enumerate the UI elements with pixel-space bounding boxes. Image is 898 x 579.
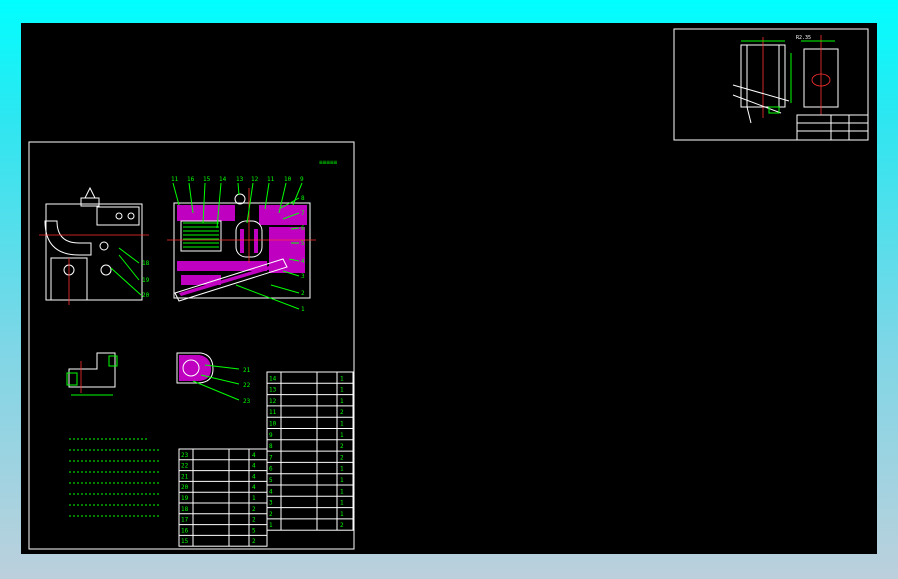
- bom-row-number: 8: [269, 443, 273, 450]
- balloon-14: 14: [219, 176, 227, 183]
- bom-row-qty: 1: [340, 375, 344, 382]
- balloon-3: 3: [301, 273, 305, 280]
- left-view: [39, 186, 149, 305]
- balloon-5: 5: [301, 240, 305, 247]
- bom-row-number: 11: [269, 409, 277, 416]
- bom-row-qty: 1: [340, 432, 344, 439]
- bom-row-number: 4: [269, 488, 273, 495]
- balloon-10: 10: [284, 176, 292, 183]
- balloon-12: 12: [251, 176, 259, 183]
- bom-row-qty: 1: [340, 466, 344, 473]
- bom-row-qty: 2: [252, 506, 256, 513]
- callout-section-22: 22: [243, 382, 251, 389]
- bom-row-number: 5: [269, 477, 273, 484]
- part-drawing-sheet: R2.35: [673, 28, 869, 141]
- cad-drawing: R2.35 ≡≡≡≡≡ 18 19 20 11 16 15 14 13 12 1…: [28, 28, 869, 550]
- bom-row-qty: 2: [252, 517, 256, 524]
- balloon-2: 2: [301, 290, 305, 297]
- bom-row-qty: 4: [252, 463, 256, 470]
- callout-left-3: 20: [142, 292, 150, 299]
- bom-row-number: 20: [181, 484, 189, 491]
- bom-table-right: 14 113 112 111 210 19 18 27 26 15 14 13 12 11 2: [266, 371, 354, 531]
- bom-row-number: 2: [269, 511, 273, 518]
- technical-notes: [69, 438, 161, 517]
- balloon-11b: 11: [267, 176, 275, 183]
- balloon-11a: 11: [171, 176, 179, 183]
- part-dim-label: R2.35: [796, 35, 811, 41]
- locating-pin-top: [84, 186, 96, 199]
- bom-row-number: 14: [269, 375, 277, 382]
- spring-coils: [183, 222, 219, 248]
- bom-row-qty: 5: [252, 527, 256, 534]
- bom-row-number: 12: [269, 398, 277, 405]
- elbow-channel: [44, 220, 92, 256]
- callout-left-1: 18: [142, 260, 150, 267]
- sheet-note-top: ≡≡≡≡≡: [319, 159, 337, 166]
- bom-row-number: 16: [181, 527, 189, 534]
- detail-bracket: [68, 352, 116, 388]
- bom-row-qty: 2: [252, 538, 256, 545]
- bom-row-qty: 1: [340, 500, 344, 507]
- bom-row-qty: 2: [340, 409, 344, 416]
- bom-row-qty: 2: [340, 443, 344, 450]
- section-detail: [176, 352, 240, 401]
- bom-row-qty: 1: [340, 387, 344, 394]
- drawing-canvas[interactable]: R2.35 ≡≡≡≡≡ 18 19 20 11 16 15 14 13 12 1…: [21, 23, 877, 554]
- balloon-16: 16: [187, 176, 195, 183]
- balloon-7: 7: [301, 210, 305, 217]
- bom-row-qty: 1: [252, 495, 256, 502]
- bom-row-number: 1: [269, 522, 273, 529]
- balloon-9: 9: [300, 176, 304, 183]
- bom-row-number: 17: [181, 517, 189, 524]
- bom-row-number: 7: [269, 454, 273, 461]
- bom-row-number: 9: [269, 432, 273, 439]
- bom-row-qty: 2: [340, 454, 344, 461]
- bom-row-number: 6: [269, 466, 273, 473]
- bom-row-qty: 1: [340, 398, 344, 405]
- balloon-13: 13: [236, 176, 244, 183]
- callout-section-21: 21: [243, 367, 251, 374]
- balloon-15: 15: [203, 176, 211, 183]
- balloon-1: 1: [301, 306, 305, 313]
- balloon-6: 6: [301, 225, 305, 232]
- bom-row-number: 22: [181, 463, 189, 470]
- bom-row-qty: 4: [252, 452, 256, 459]
- assembly-sheet: ≡≡≡≡≡ 18 19 20 11 16 15 14 13 12 11 10 9…: [28, 141, 355, 550]
- bom-row-qty: 1: [340, 421, 344, 428]
- bom-row-number: 15: [181, 538, 189, 545]
- callout-section-23: 23: [243, 398, 251, 405]
- detail-part: [66, 352, 118, 396]
- bom-row-qty: 4: [252, 473, 256, 480]
- bom-row-number: 19: [181, 495, 189, 502]
- bom-row-qty: 1: [340, 511, 344, 518]
- bom-row-qty: 2: [340, 522, 344, 529]
- bom-table-left: 23 4 22 4 21 4 20 4 19 1 18 2 17 2 16 5 15 2: [178, 448, 268, 547]
- bom-row-number: 10: [269, 421, 277, 428]
- callout-left-2: 19: [142, 277, 150, 284]
- bom-row-number: 21: [181, 473, 189, 480]
- part-title-block: [796, 114, 869, 141]
- bom-row-qty: 1: [340, 477, 344, 484]
- bom-row-qty: 1: [340, 488, 344, 495]
- bom-row-number: 3: [269, 500, 273, 507]
- bom-row-number: 23: [181, 452, 189, 459]
- bom-row-number: 13: [269, 387, 277, 394]
- main-section-view: [167, 188, 316, 302]
- bom-row-number: 18: [181, 506, 189, 513]
- balloon-8: 8: [301, 195, 305, 202]
- left-view-body: [45, 203, 143, 301]
- balloon-4: 4: [301, 258, 305, 265]
- technical-notes-lines: [69, 438, 161, 517]
- bom-row-qty: 4: [252, 484, 256, 491]
